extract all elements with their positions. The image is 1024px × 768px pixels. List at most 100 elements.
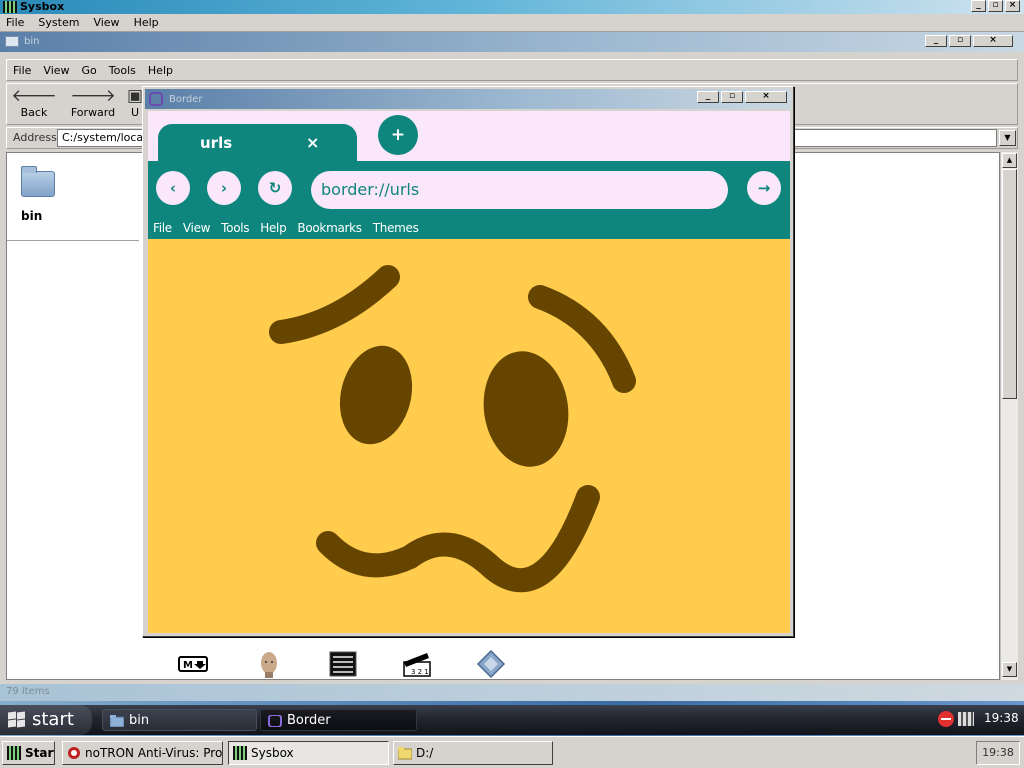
scroll-down-button[interactable]: ▼ — [1002, 662, 1017, 677]
border-window-controls: _ ▫ × — [697, 91, 787, 103]
sysbox-menu-system[interactable]: System — [38, 16, 79, 29]
browser-menu-bookmarks[interactable]: Bookmarks — [297, 221, 362, 235]
browser-menu-tools[interactable]: Tools — [221, 221, 249, 235]
classic-task-antivirus[interactable]: noTRON Anti-Virus: Profes... — [62, 741, 223, 765]
sysbox-logo-icon — [7, 746, 21, 760]
item-count: 79 items — [6, 686, 50, 697]
sysbox-menu-help[interactable]: Help — [134, 16, 159, 29]
file-manager-minimize-button[interactable]: _ — [925, 35, 947, 47]
browser-menu-help[interactable]: Help — [260, 221, 286, 235]
sysbox-restore-button[interactable]: ▫ — [988, 0, 1003, 12]
classic-task-label: Sysbox — [251, 746, 294, 760]
classic-start-label: Start — [25, 746, 54, 760]
border-close-button[interactable]: × — [745, 91, 787, 103]
no-entry-icon[interactable] — [938, 711, 954, 727]
svg-text:M: M — [183, 660, 193, 671]
xp-start-button[interactable]: start — [0, 705, 92, 735]
file-manager-restore-button[interactable]: ▫ — [949, 35, 971, 47]
forward-button[interactable]: 🡒 Forward — [63, 86, 123, 124]
border-app-icon — [149, 92, 163, 106]
tab-urls[interactable]: urls × — [158, 124, 357, 161]
vertical-scrollbar[interactable]: ▲ ▼ — [1000, 152, 1018, 680]
page-content — [148, 239, 790, 633]
tab-strip: urls × + — [148, 111, 790, 161]
classic-start-button[interactable]: Start — [2, 741, 55, 765]
classic-clock: 19:38 — [976, 741, 1020, 765]
browser-viewport: urls × + ‹ › ↻ border://urls → File View… — [148, 111, 790, 633]
xp-clock: 19:38 — [984, 711, 1019, 725]
system-tray: 19:38 — [930, 705, 1024, 735]
sysbox-menu-view[interactable]: View — [93, 16, 119, 29]
classic-task-sysbox[interactable]: Sysbox — [228, 741, 389, 765]
fm-menu-help[interactable]: Help — [148, 64, 173, 77]
border-restore-button[interactable]: ▫ — [721, 91, 743, 103]
up-label: U — [130, 106, 140, 119]
clapper-icon[interactable]: 3 2 1 — [402, 650, 432, 678]
reload-icon[interactable]: ↻ — [258, 171, 292, 205]
sysbox-title-text: Sysbox — [20, 0, 65, 13]
classic-taskbar: Start noTRON Anti-Virus: Profes... Sysbo… — [0, 736, 1024, 768]
browser-menu-file[interactable]: File — [153, 221, 172, 235]
sysbox-icon — [233, 746, 247, 760]
fm-menu-file[interactable]: File — [13, 64, 31, 77]
status-bar: 79 items — [0, 684, 1024, 701]
forward-label: Forward — [70, 106, 116, 119]
navigation-bar: ‹ › ↻ border://urls → File View Tools He… — [148, 161, 790, 239]
binary-file-icon[interactable] — [328, 650, 358, 678]
browser-menubar: File View Tools Help Bookmarks Themes — [148, 218, 790, 238]
fm-menu-go[interactable]: Go — [82, 64, 97, 77]
file-manager-close-button[interactable]: × — [973, 35, 1013, 47]
xp-task-border[interactable]: Border — [260, 709, 417, 731]
address-label: Address — [13, 131, 57, 144]
network-icon[interactable] — [958, 712, 974, 726]
tab-close-icon[interactable]: × — [306, 133, 319, 152]
classic-task-d-drive[interactable]: D:/ — [393, 741, 553, 765]
sysbox-menu-file[interactable]: File — [6, 16, 24, 29]
folder-icon[interactable] — [21, 166, 55, 197]
border-titlebar[interactable]: Border _ ▫ × — [145, 89, 791, 109]
folder-icon — [398, 747, 412, 760]
arrow-right-icon: 🡒 — [70, 86, 116, 106]
sysbox-titlebar[interactable]: Sysbox _ ▫ × — [0, 0, 1024, 14]
xp-task-bin[interactable]: bin — [102, 709, 257, 731]
address-dropdown-button[interactable]: ▼ — [999, 130, 1016, 146]
antivirus-icon — [68, 747, 80, 759]
forward-icon[interactable]: › — [207, 171, 241, 205]
folder-icon — [5, 36, 19, 47]
sysbox-window-controls: _ ▫ × — [971, 0, 1020, 12]
back-button[interactable]: 🡐 Back — [9, 86, 59, 124]
xp-taskbar: start bin Border 19:38 — [0, 705, 1024, 735]
sysbox-close-button[interactable]: × — [1005, 0, 1020, 12]
classic-task-label: noTRON Anti-Virus: Profes... — [85, 746, 223, 760]
file-manager-title: bin — [24, 36, 40, 47]
new-tab-button[interactable]: + — [378, 115, 418, 155]
xp-task-label: bin — [129, 713, 150, 728]
go-icon[interactable]: → — [747, 171, 781, 205]
scroll-up-button[interactable]: ▲ — [1002, 153, 1017, 168]
sysbox-minimize-button[interactable]: _ — [971, 0, 986, 12]
xp-start-label: start — [32, 709, 74, 730]
scrollbar-thumb[interactable] — [1002, 169, 1017, 399]
back-icon[interactable]: ‹ — [156, 171, 190, 205]
fm-menu-view[interactable]: View — [43, 64, 69, 77]
browser-menu-view[interactable]: View — [183, 221, 211, 235]
border-browser-window: Border _ ▫ × urls × + ‹ › ↻ border://url… — [142, 86, 794, 637]
sysbox-logo-icon — [3, 1, 17, 13]
face-icon[interactable] — [254, 650, 284, 678]
fm-menu-tools[interactable]: Tools — [109, 64, 136, 77]
markdown-icon[interactable]: M — [178, 650, 208, 678]
browser-menu-themes[interactable]: Themes — [373, 221, 419, 235]
tab-label: urls — [200, 134, 233, 152]
svg-text:3 2 1: 3 2 1 — [411, 668, 429, 676]
folder-icon — [110, 715, 124, 727]
file-manager-titlebar[interactable]: bin _ ▫ × — [0, 32, 1024, 52]
diamond-icon[interactable] — [476, 650, 506, 678]
windows-flag-icon — [8, 711, 26, 728]
folder-tree-pane: bin — [7, 153, 139, 241]
url-input[interactable]: border://urls — [311, 171, 728, 209]
folder-label[interactable]: bin — [21, 209, 42, 223]
file-manager-window-controls: _ ▫ × — [925, 35, 1013, 47]
border-app-icon — [268, 715, 282, 727]
classic-task-label: D:/ — [416, 746, 434, 760]
border-minimize-button[interactable]: _ — [697, 91, 719, 103]
